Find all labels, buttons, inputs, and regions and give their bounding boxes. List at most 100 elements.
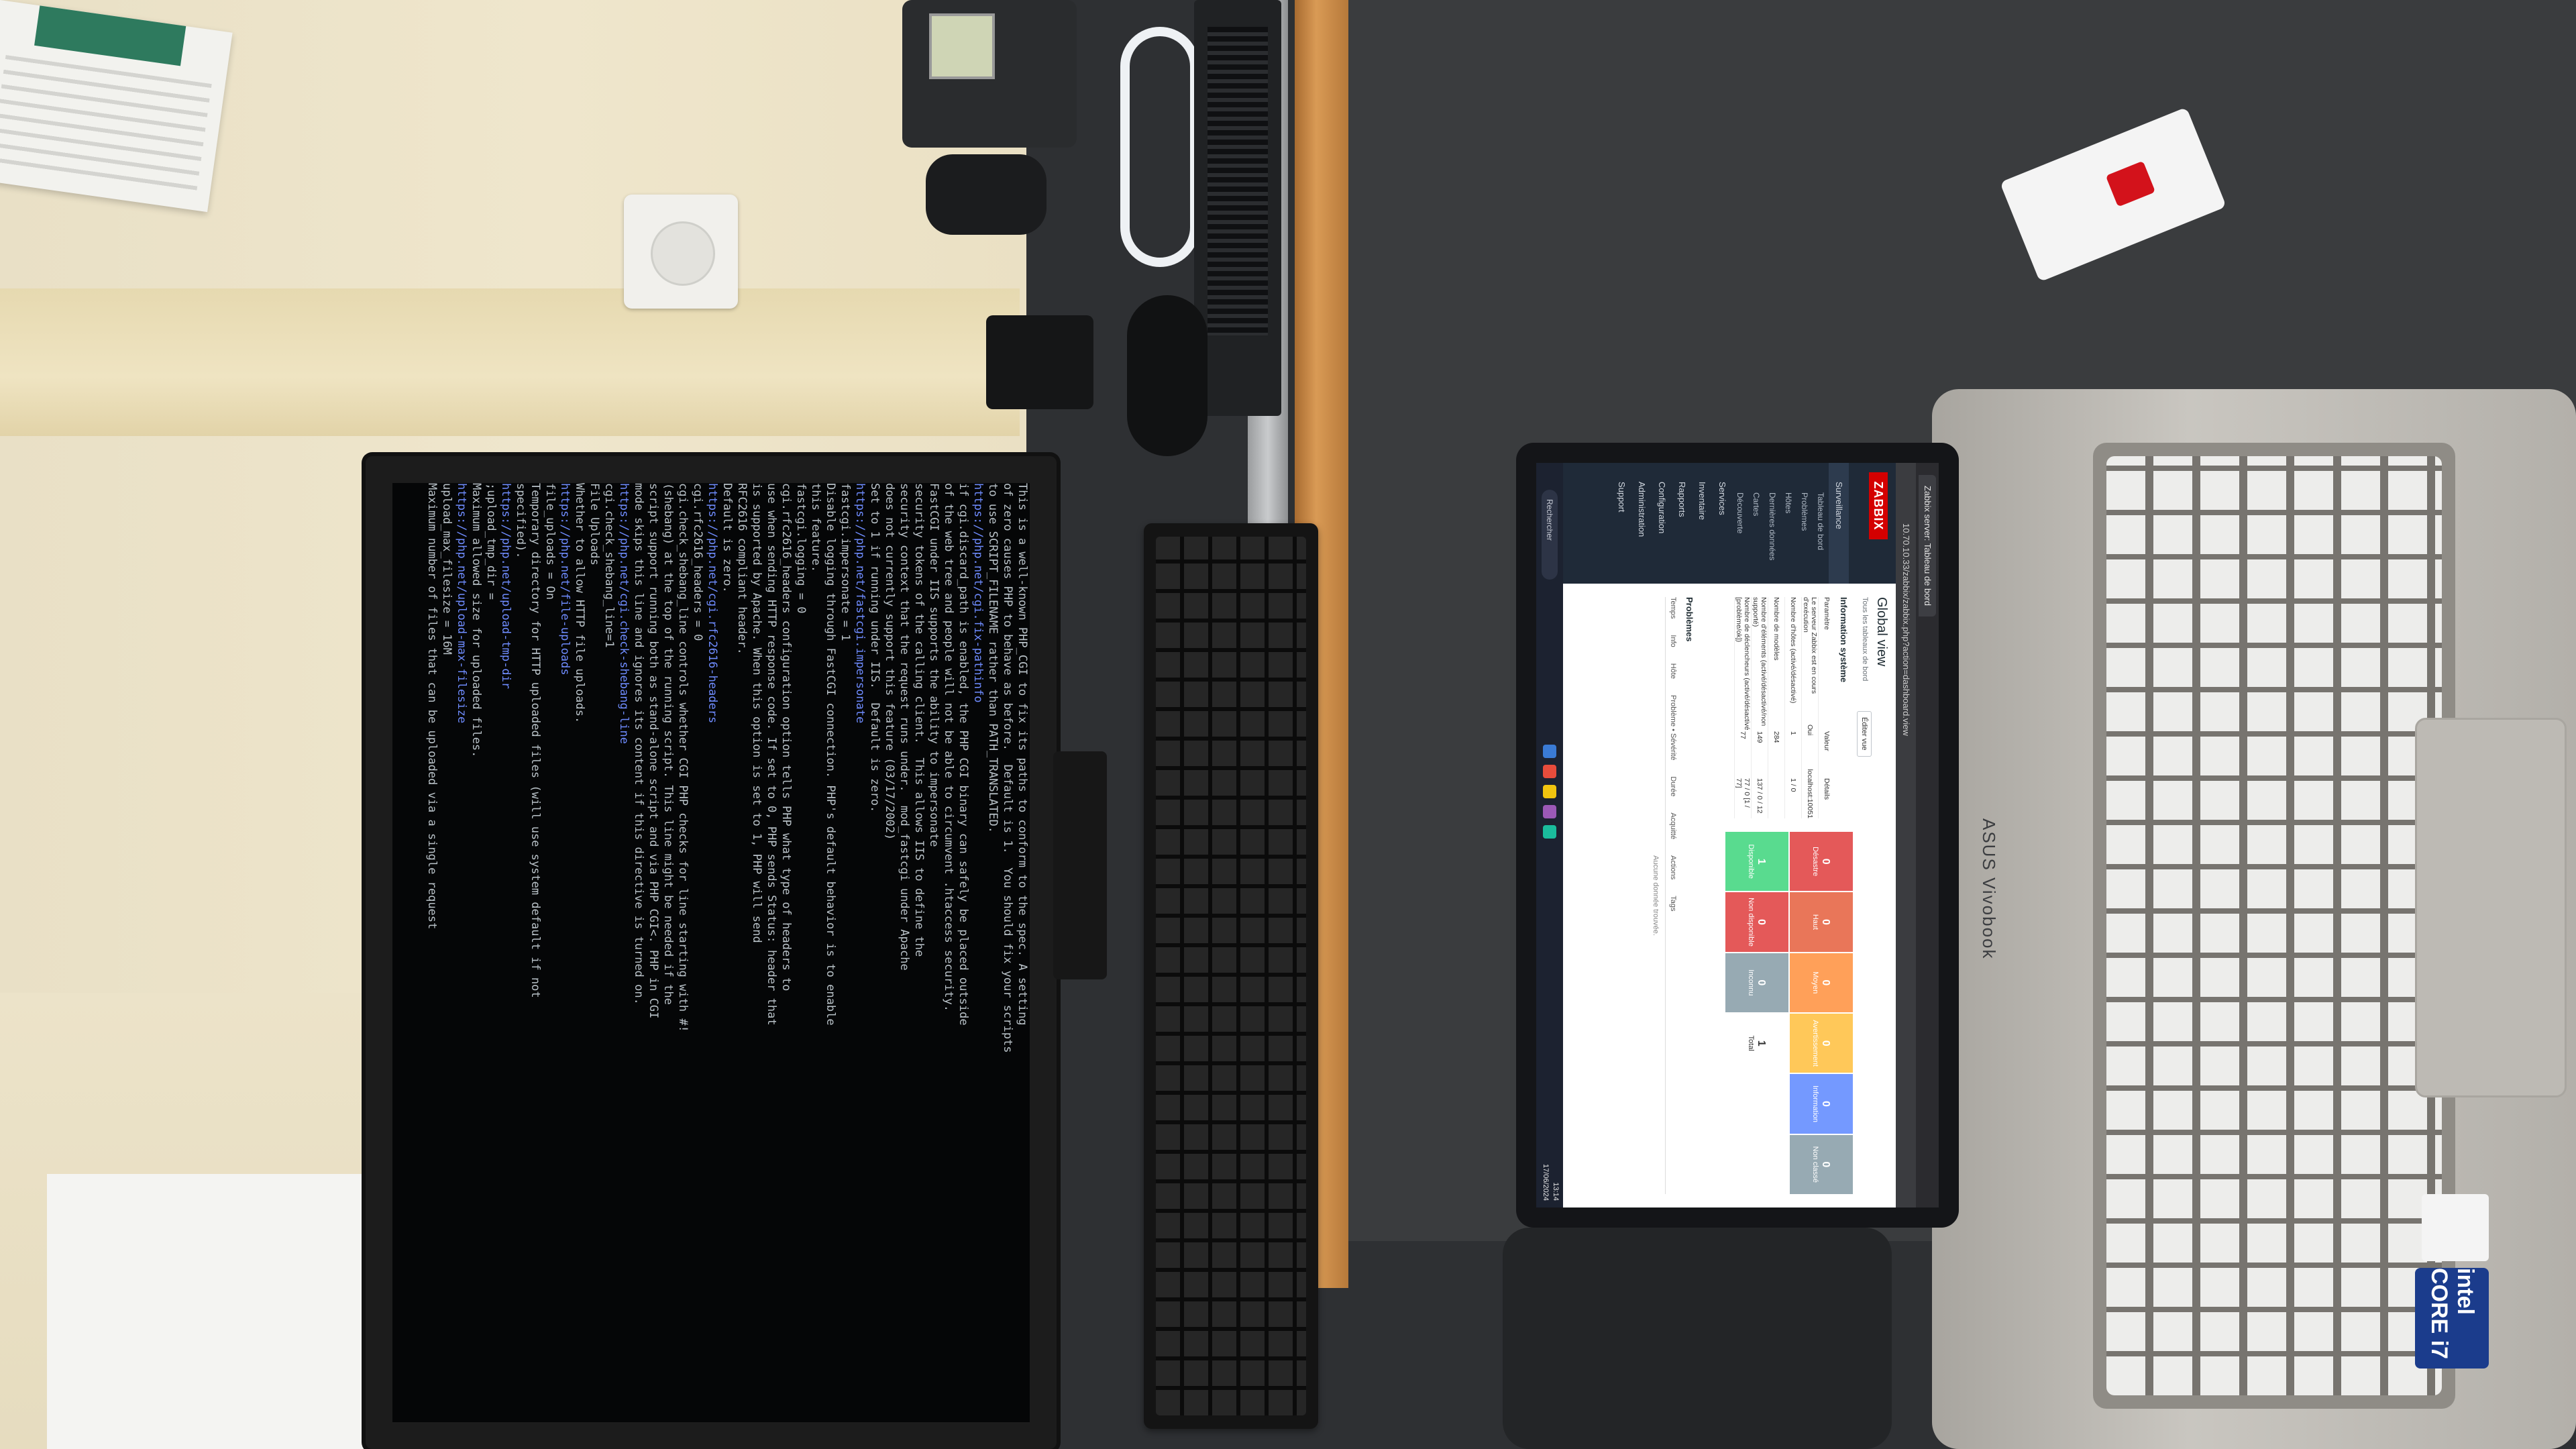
external-monitor: This is a well-known PHP_CGI to fix its … <box>366 456 1057 1449</box>
severity-tile[interactable]: 0 Information <box>1790 1074 1853 1134</box>
severity-label: Avertissement <box>1811 1020 1819 1067</box>
severity-count: 0 <box>1820 919 1831 925</box>
breadcrumb[interactable]: Tous les tableaux de bord <box>1861 597 1869 681</box>
terminal-line: to use SCRIPT_FILENAME rather than PATH_… <box>986 483 1000 833</box>
browser-icon[interactable] <box>1543 765 1556 778</box>
severity-tile[interactable]: 0 Avertissement <box>1790 1014 1853 1073</box>
severity-tile[interactable]: 0 Haut <box>1790 892 1853 952</box>
column-header[interactable]: Durée <box>1669 776 1677 796</box>
app-icon[interactable] <box>1543 805 1556 818</box>
zabbix-sidebar: ZABBIX Surveillance Tableau de bord Problè… <box>1563 463 1896 584</box>
terminal-line: file_uploads = On <box>543 483 557 600</box>
menu-item[interactable]: Inventaire <box>1692 463 1712 584</box>
terminal-line: mode skips this line and ignores its con… <box>632 483 645 1005</box>
clock-date: 17/06/2024 <box>1542 1163 1550 1201</box>
terminal-line: RFC2616 compliant header. <box>735 483 749 655</box>
severity-widget: 0 Désastre 0 Haut 0 Moyen 0 Avertissement 0 Infor… <box>1725 832 1853 1194</box>
terminal-line: fastcgi.logging = 0 <box>794 483 808 614</box>
white-network-cable <box>1120 27 1199 267</box>
browser-tab[interactable]: Zabbix server: Tableau de bord <box>1919 475 1936 616</box>
edit-dashboard-button[interactable]: Éditer vue <box>1857 711 1872 757</box>
severity-label: Disponible <box>1747 844 1755 879</box>
laptop-screen: Zabbix server: Tableau de bord 10.70.10.… <box>1536 463 1939 1208</box>
severity-tile[interactable]: 1 Total <box>1725 1014 1788 1073</box>
severity-label: Non classé <box>1811 1146 1819 1183</box>
header-cell: Valeur <box>1823 731 1831 751</box>
severity-tile[interactable]: 0 Inconnu <box>1725 953 1788 1012</box>
severity-label: Total <box>1747 1035 1755 1051</box>
terminal-line: File Uploads <box>588 483 601 566</box>
windows-taskbar: Rechercher 13:14 17/06/2024 <box>1536 463 1563 1208</box>
phone-display <box>929 13 995 79</box>
edge-icon[interactable] <box>1543 825 1556 839</box>
power-adapter <box>986 315 1093 409</box>
submenu-item[interactable]: Hôtes <box>1780 463 1796 584</box>
column-header[interactable]: Hôte <box>1669 663 1677 679</box>
terminal-line: security tokens of the calling client. T… <box>912 483 926 957</box>
menu-item[interactable]: Configuration <box>1652 463 1672 584</box>
severity-tile[interactable]: 0 Désastre <box>1790 832 1853 892</box>
submenu-item[interactable]: Tableau de bord <box>1813 463 1829 584</box>
terminal-line: security context that the request runs u… <box>898 483 911 971</box>
severity-tile[interactable]: 0 Moyen <box>1790 953 1853 1012</box>
iris-sticker <box>2422 1194 2489 1261</box>
table-row: Nombre d'hôtes (activé/désactivé) 1 1 / 0 <box>1784 597 1801 818</box>
severity-tile[interactable]: 0 Non disponible <box>1725 892 1788 952</box>
zabbix-menu: Surveillance Tableau de bord Problèmes Hôte… <box>1611 463 1849 584</box>
laptop-brand: ASUS Vivobook <box>1979 818 1999 960</box>
menu-item[interactable]: Services <box>1712 463 1732 584</box>
terminal-line: Temporary directory for HTTP uploaded fi… <box>529 483 542 998</box>
terminal-line: https://php.net/cgi.fix-pathinfo <box>971 483 985 703</box>
menu-item[interactable]: Rapports <box>1672 463 1692 584</box>
terminal-line: https://php.net/file-uploads <box>558 483 572 676</box>
zabbix-logo[interactable]: ZABBIX <box>1869 472 1888 539</box>
header-cell: Paramètre <box>1823 597 1831 631</box>
folder-icon[interactable] <box>1543 785 1556 798</box>
terminal-line: (shebang) at the top of the running scri… <box>661 483 675 1005</box>
column-header[interactable]: Tags <box>1669 896 1677 911</box>
column-header[interactable]: Acquitté <box>1669 812 1677 839</box>
severity-label: Inconnu <box>1747 969 1755 996</box>
table-cell: localhost:10051 <box>1806 769 1814 818</box>
problems-widget: Problèmes Temps Info Hôte Problème • Sévéri… <box>1652 597 1695 1194</box>
severity-tile[interactable]: 0 Non classé <box>1790 1134 1853 1194</box>
file-explorer-icon[interactable] <box>1543 745 1556 758</box>
column-header[interactable]: Info <box>1669 635 1677 647</box>
table-cell: Nombre de déclencheurs (activé/désactivé… <box>1735 597 1751 731</box>
terminal-line: FastCGI under IIS supports the ability t… <box>927 483 941 847</box>
severity-tile[interactable]: 1 Disponible <box>1725 832 1788 892</box>
severity-label: Haut <box>1811 914 1819 930</box>
column-header[interactable]: Actions <box>1669 855 1677 879</box>
clock-time: 13:14 <box>1552 1182 1560 1201</box>
submenu-item[interactable]: Cartes <box>1748 463 1764 584</box>
table-cell: Le serveur Zabbix est en cours d'exécuti… <box>1802 597 1818 694</box>
terminal-line: script support running both as stand-alo… <box>647 483 660 1019</box>
terminal-line: https://php.net/cgi.rfc2616-headers <box>706 483 719 724</box>
computer-mouse <box>1127 295 1208 456</box>
severity-count: 0 <box>1756 979 1767 986</box>
taskbar-search[interactable]: Rechercher <box>1542 490 1558 580</box>
menu-item[interactable]: Support <box>1611 463 1631 584</box>
header-cell: Détails <box>1823 778 1831 800</box>
table-cell: Nombre d'éléments (activé/désactivé/non … <box>1752 597 1768 727</box>
table-cell: Nombre d'hôtes (activé/désactivé) <box>1789 597 1797 704</box>
terminal: This is a well-known PHP_CGI to fix its … <box>392 483 1030 1422</box>
system-info-header-row: Paramètre Valeur Détails <box>1818 597 1835 818</box>
terminal-line: https://php.net/upload-max-filesize <box>455 483 468 724</box>
menu-item[interactable]: Administration <box>1631 463 1652 584</box>
menu-item[interactable]: Surveillance <box>1829 463 1849 584</box>
severity-count: 1 <box>1756 858 1767 865</box>
submenu-item[interactable]: Problèmes <box>1796 463 1813 584</box>
column-header[interactable]: Temps <box>1669 597 1677 619</box>
severity-label: Non disponible <box>1747 898 1755 947</box>
paper-sheet <box>47 1174 369 1449</box>
submenu-item[interactable]: Dernières données <box>1764 463 1780 584</box>
address-bar[interactable]: 10.70.10.33/zabbix/zabbix.php?action=das… <box>1896 463 1916 1208</box>
table-cell: 284 <box>1772 731 1780 743</box>
terminal-line: Whether to allow HTTP file uploads. <box>573 483 586 724</box>
pinned-document <box>0 0 233 213</box>
terminal-line: cgi.rfc2616_headers = 0 <box>691 483 704 641</box>
column-header[interactable]: Problème • Sévérité <box>1669 695 1677 760</box>
submenu-item[interactable]: Découverte <box>1732 463 1748 584</box>
table-row: Nombre d'éléments (activé/désactivé/non … <box>1751 597 1768 818</box>
